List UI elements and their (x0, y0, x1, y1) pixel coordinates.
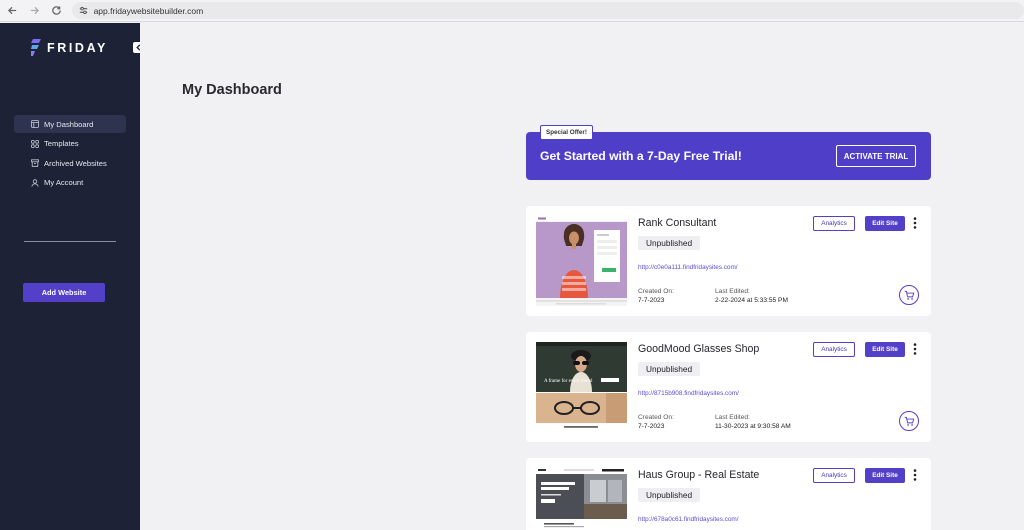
reload-icon (52, 6, 61, 15)
edit-site-button[interactable]: Edit Site (865, 342, 905, 357)
more-vertical-icon (913, 469, 917, 481)
more-options-button[interactable] (911, 342, 919, 356)
analytics-button[interactable]: Analytics (813, 468, 855, 483)
url-text: app.fridaywebsitebuilder.com (93, 5, 204, 16)
shopping-cart-icon (904, 416, 914, 426)
activate-trial-button[interactable]: ACTIVATE TRIAL (836, 145, 916, 167)
edited-date: 2-22-2024 at 5:33:55 PM (715, 297, 788, 304)
shopping-cart-icon (904, 290, 914, 300)
sidebar-item-archived-websites[interactable]: Archived Websites (14, 154, 126, 172)
site-name[interactable]: GoodMood Glasses Shop (638, 343, 759, 355)
back-button[interactable] (4, 2, 22, 20)
created-label: Created On: (638, 288, 674, 295)
templates-icon (31, 139, 39, 148)
created-label: Created On: (638, 414, 674, 421)
status-badge: Unpublished (638, 488, 701, 502)
sidebar-item-my-dashboard[interactable]: My Dashboard (14, 115, 126, 133)
friday-logo-icon (31, 39, 41, 56)
site-url-link[interactable]: http://678a0c61.findfridaysites.com/ (638, 516, 739, 523)
site-thumbnail[interactable] (536, 468, 627, 530)
more-vertical-icon (913, 217, 917, 229)
website-card: A frame for every mood GoodMood Glasses … (526, 332, 931, 442)
analytics-button[interactable]: Analytics (813, 342, 855, 357)
more-options-button[interactable] (911, 468, 919, 482)
ecommerce-button[interactable] (899, 411, 919, 431)
website-card: Rank Consultant Unpublished http://c0e0a… (526, 206, 931, 316)
sidebar-item-label: My Dashboard (44, 119, 94, 129)
arrow-right-icon (31, 6, 40, 15)
status-badge: Unpublished (638, 236, 701, 250)
archive-icon (31, 159, 39, 167)
real-estate-preview-image (536, 468, 627, 530)
created-date: 7-7-2023 (638, 423, 665, 430)
site-name[interactable]: Rank Consultant (638, 217, 716, 229)
reload-button[interactable] (48, 2, 66, 20)
thumbnail-tagline: A frame for every mood (544, 379, 593, 384)
glasses-shop-preview-image: A frame for every mood (536, 342, 627, 432)
analytics-button[interactable]: Analytics (813, 216, 855, 231)
site-url-link[interactable]: http://c0e0a111.findfridaysites.com/ (638, 264, 738, 271)
site-thumbnail[interactable] (536, 216, 627, 306)
forward-button[interactable] (26, 2, 44, 20)
sidebar-menu: My Dashboard Templates Archived Websites… (14, 115, 126, 193)
site-name[interactable]: Haus Group - Real Estate (638, 469, 759, 481)
logo-text: FRIDAY (47, 40, 108, 55)
sidebar-item-label: Archived Websites (44, 158, 107, 168)
page-title: My Dashboard (182, 82, 282, 98)
more-vertical-icon (913, 343, 917, 355)
created-date: 7-7-2023 (638, 297, 665, 304)
dashboard-icon (31, 120, 39, 128)
site-settings-icon[interactable] (78, 5, 89, 16)
rank-consultant-preview-image (536, 216, 627, 306)
more-options-button[interactable] (911, 216, 919, 230)
browser-toolbar: app.fridaywebsitebuilder.com (0, 0, 1024, 22)
site-url-link[interactable]: http://8715b908.findfridaysites.com/ (638, 390, 739, 397)
status-badge: Unpublished (638, 362, 701, 376)
edit-site-button[interactable]: Edit Site (865, 216, 905, 231)
edited-label: Last Edited: (715, 288, 750, 295)
address-bar[interactable]: app.fridaywebsitebuilder.com (71, 2, 1024, 19)
special-offer-badge: Special Offer! (540, 125, 593, 140)
sidebar-item-my-account[interactable]: My Account (14, 174, 126, 192)
site-thumbnail[interactable]: A frame for every mood (536, 342, 627, 432)
edited-label: Last Edited: (715, 414, 750, 421)
sidebar-item-label: My Account (44, 178, 84, 188)
edited-date: 11-30-2023 at 9:30:58 AM (715, 423, 791, 430)
trial-headline: Get Started with a 7-Day Free Trial! (540, 149, 742, 163)
website-card: Haus Group - Real Estate Unpublished htt… (526, 458, 931, 530)
arrow-left-icon (8, 6, 17, 15)
edit-site-button[interactable]: Edit Site (865, 468, 905, 483)
sidebar-divider (24, 241, 116, 242)
add-website-button[interactable]: Add Website (23, 283, 105, 302)
sidebar-item-templates[interactable]: Templates (14, 135, 126, 153)
ecommerce-button[interactable] (899, 285, 919, 305)
user-icon (31, 179, 39, 187)
sidebar: FRIDAY My Dashboard Templates Archived W… (0, 23, 143, 530)
friday-logo[interactable]: FRIDAY (31, 39, 108, 56)
sidebar-item-label: Templates (44, 139, 79, 149)
